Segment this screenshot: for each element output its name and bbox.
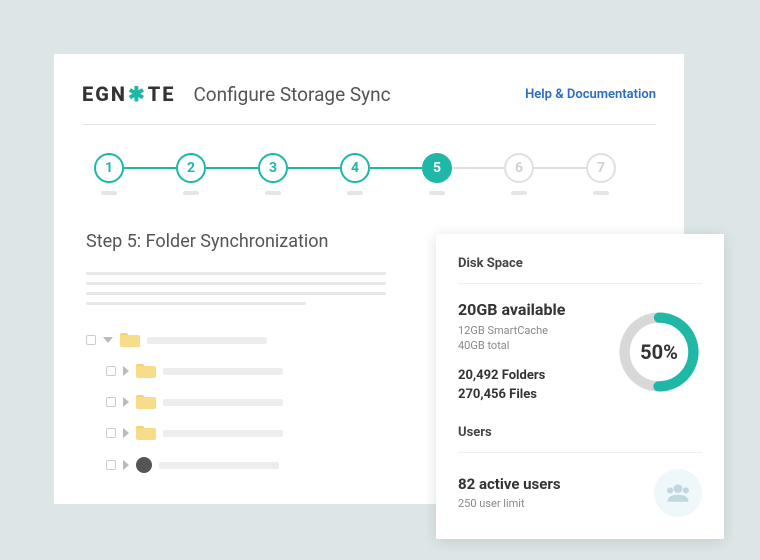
disk-smartcache: 12GB SmartCache — [458, 323, 616, 338]
step-underline — [101, 191, 117, 195]
step-4[interactable]: 4 — [340, 153, 370, 195]
step-7: 7 — [586, 153, 616, 195]
step-underline — [511, 191, 527, 195]
disk-block: 20GB available 12GB SmartCache 40GB tota… — [458, 300, 702, 405]
help-link[interactable]: Help & Documentation — [525, 87, 656, 102]
step-circle: 3 — [258, 153, 288, 183]
folder-icon — [136, 364, 156, 378]
step-connector — [370, 167, 422, 169]
users-icon — [654, 469, 702, 517]
step-underline — [593, 191, 609, 195]
checkbox[interactable] — [106, 428, 116, 438]
folder-icon — [136, 395, 156, 409]
folder-icon — [136, 426, 156, 440]
step-underline — [429, 191, 445, 195]
step-circle: 7 — [586, 153, 616, 183]
text-line — [86, 302, 306, 305]
text-line — [86, 282, 386, 285]
stats-card: Disk Space 20GB available 12GB SmartCach… — [436, 234, 724, 539]
users-block: 82 active users 250 user limit — [458, 469, 702, 517]
disk-files: 270,456 Files — [458, 385, 616, 405]
item-label-placeholder — [163, 368, 283, 375]
step-2[interactable]: 2 — [176, 153, 206, 195]
chevron-right-icon[interactable] — [123, 397, 129, 407]
step-underline — [347, 191, 363, 195]
step-circle: 2 — [176, 153, 206, 183]
step-connector — [452, 167, 504, 169]
item-label-placeholder — [159, 462, 279, 469]
chevron-down-icon[interactable] — [103, 337, 113, 343]
people-icon — [664, 482, 692, 504]
disk-folders: 20,492 Folders — [458, 366, 616, 386]
step-circle: 4 — [340, 153, 370, 183]
step-connector — [534, 167, 586, 169]
logo-mark-icon: ✱ — [128, 82, 147, 106]
header: EGN✱TE Configure Storage Sync Help & Doc… — [82, 82, 656, 106]
chevron-right-icon[interactable] — [123, 428, 129, 438]
disk-total: 40GB total — [458, 338, 616, 353]
folder-icon — [120, 333, 140, 347]
person-icon — [136, 457, 152, 473]
step-connector — [288, 167, 340, 169]
stepper: 1 2 3 4 5 6 7 — [94, 153, 656, 195]
item-label-placeholder — [163, 399, 283, 406]
step-underline — [265, 191, 281, 195]
checkbox[interactable] — [86, 335, 96, 345]
step-circle: 6 — [504, 153, 534, 183]
donut-percent-label: 50% — [616, 309, 702, 395]
divider — [458, 452, 702, 453]
step-5[interactable]: 5 — [422, 153, 452, 195]
step-connector — [206, 167, 258, 169]
step-circle: 5 — [422, 153, 452, 183]
header-left: EGN✱TE Configure Storage Sync — [82, 82, 391, 106]
text-line — [86, 272, 386, 275]
header-divider — [82, 124, 656, 125]
step-connector — [124, 167, 176, 169]
item-label-placeholder — [147, 337, 267, 344]
checkbox[interactable] — [106, 397, 116, 407]
step-3[interactable]: 3 — [258, 153, 288, 195]
step-6: 6 — [504, 153, 534, 195]
step-1[interactable]: 1 — [94, 153, 124, 195]
users-limit: 250 user limit — [458, 497, 561, 510]
step-underline — [183, 191, 199, 195]
users-info: 82 active users 250 user limit — [458, 475, 561, 510]
step-circle: 1 — [94, 153, 124, 183]
disk-info: 20GB available 12GB SmartCache 40GB tota… — [458, 300, 616, 405]
disk-available: 20GB available — [458, 300, 616, 319]
divider — [458, 283, 702, 284]
text-line — [86, 292, 386, 295]
disk-space-title: Disk Space — [458, 256, 702, 271]
item-label-placeholder — [163, 430, 283, 437]
checkbox[interactable] — [106, 460, 116, 470]
brand-logo: EGN✱TE — [82, 82, 175, 106]
checkbox[interactable] — [106, 366, 116, 376]
disk-usage-donut: 50% — [616, 309, 702, 395]
page-title: Configure Storage Sync — [193, 83, 390, 106]
chevron-right-icon[interactable] — [123, 460, 129, 470]
users-active: 82 active users — [458, 475, 561, 493]
users-title: Users — [458, 425, 702, 440]
chevron-right-icon[interactable] — [123, 366, 129, 376]
